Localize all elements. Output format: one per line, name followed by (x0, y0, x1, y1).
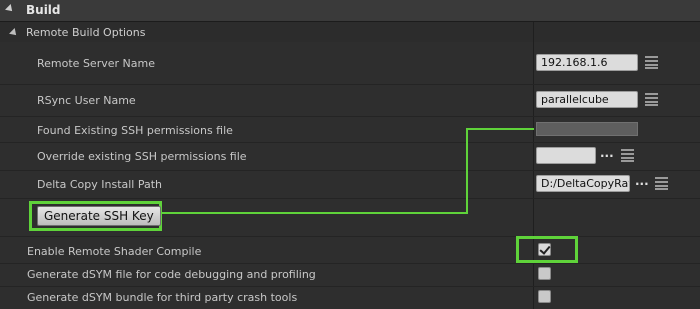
subsection-title: Remote Build Options (26, 26, 146, 39)
connector-line (466, 128, 534, 130)
delta-copy-path-input[interactable]: D:/DeltaCopyRaw (536, 175, 630, 192)
row-separator (0, 116, 700, 117)
row-separator (0, 198, 700, 199)
enable-remote-shader-checkbox[interactable] (538, 243, 551, 256)
gen-dsym-bundle-label: Generate dSYM bundle for third party cra… (27, 291, 298, 304)
checkmark-icon (539, 243, 551, 255)
section-header-build[interactable]: Build (0, 0, 700, 22)
generate-ssh-key-button[interactable]: Generate SSH Key (37, 206, 161, 226)
row-separator (0, 286, 700, 287)
row-separator (0, 142, 700, 143)
column-divider[interactable] (533, 22, 534, 309)
gen-dsym-bundle-checkbox[interactable] (538, 290, 551, 303)
found-ssh-file-field (536, 122, 638, 136)
rsync-user-name-input[interactable]: parallelcube (536, 91, 638, 108)
remote-server-name-label: Remote Server Name (37, 57, 155, 70)
gen-dsym-file-checkbox[interactable] (538, 267, 551, 280)
enable-remote-shader-label: Enable Remote Shader Compile (27, 245, 202, 258)
connector-line (162, 212, 467, 214)
row-separator (0, 236, 700, 237)
array-grid-icon[interactable] (621, 149, 634, 162)
array-grid-icon[interactable] (645, 93, 658, 106)
browse-button[interactable]: ... (635, 174, 649, 188)
collapse-arrow-icon[interactable] (5, 4, 15, 14)
row-separator (0, 84, 700, 85)
row-separator (0, 263, 700, 264)
array-grid-icon[interactable] (655, 177, 668, 190)
override-ssh-file-input[interactable] (536, 147, 596, 164)
connector-line (466, 128, 468, 214)
found-ssh-file-label: Found Existing SSH permissions file (37, 124, 233, 137)
remote-server-name-input[interactable]: 192.168.1.6 (536, 54, 638, 71)
override-ssh-file-label: Override existing SSH permissions file (37, 150, 247, 163)
gen-dsym-file-label: Generate dSYM file for code debugging an… (27, 268, 316, 281)
array-grid-icon[interactable] (645, 56, 658, 69)
row-separator (0, 170, 700, 171)
section-title: Build (26, 3, 61, 17)
rsync-user-name-label: RSync User Name (37, 94, 136, 107)
browse-button[interactable]: ... (600, 146, 614, 160)
delta-copy-path-label: Delta Copy Install Path (37, 178, 163, 191)
